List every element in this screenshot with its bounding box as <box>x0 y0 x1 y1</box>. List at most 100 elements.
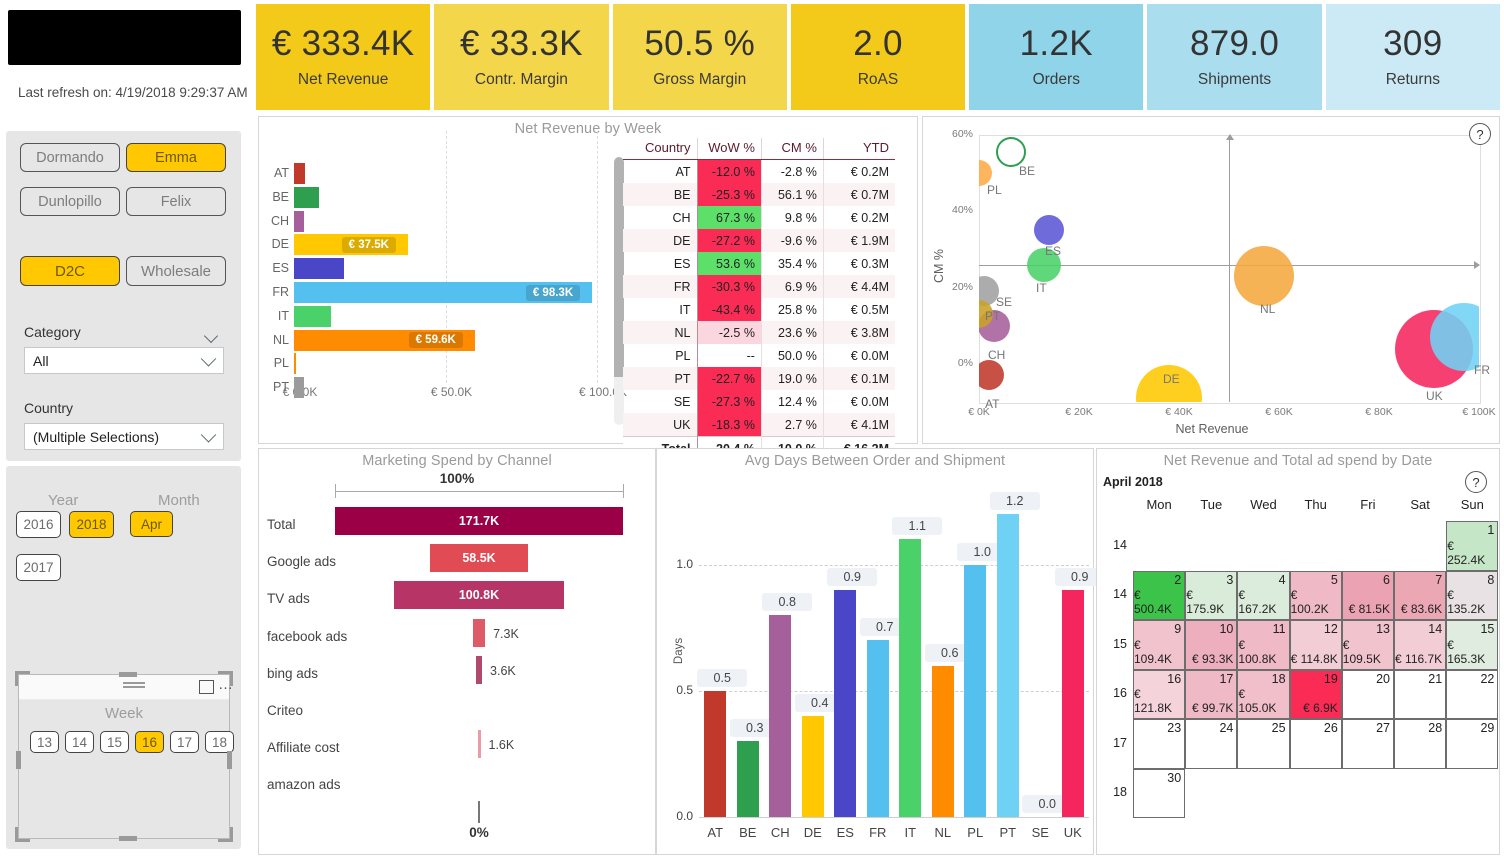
table-row[interactable]: PT -22.7 % 19.0 % € 0.1M <box>623 367 895 390</box>
week-chip-13[interactable]: 13 <box>30 731 59 753</box>
calendar-cell[interactable]: 7 € 83.6K <box>1394 570 1447 620</box>
column-NL[interactable] <box>931 665 954 817</box>
calendar-cell[interactable]: 5 € 100.2K <box>1289 570 1342 620</box>
calendar-cell[interactable]: 6 € 81.5K <box>1341 570 1394 620</box>
kpi-card-contr-margin[interactable]: € 33.3K Contr. Margin <box>434 4 609 110</box>
calendar-cell[interactable]: 19 € 6.9K <box>1289 669 1342 719</box>
kpi-card-gross-margin[interactable]: 50.5 % Gross Margin <box>612 4 787 110</box>
column-header-country[interactable]: Country <box>623 138 698 160</box>
table-row[interactable]: DE -27.2 % -9.6 % € 1.9M <box>623 229 895 252</box>
channel-button-wholesale[interactable]: Wholesale <box>126 256 226 286</box>
resize-handle[interactable] <box>16 751 21 769</box>
calendar-cell[interactable]: 22 <box>1446 669 1499 719</box>
calendar-cell[interactable]: 2 € 500.4K <box>1133 570 1186 620</box>
bar-PT[interactable] <box>294 377 304 399</box>
calendar-cell[interactable]: 30 <box>1133 768 1186 818</box>
kpi-card-roas[interactable]: 2.0 RoAS <box>790 4 966 110</box>
table-row[interactable]: PL -- 50.0 % € 0.0M <box>623 344 895 367</box>
calendar-cell[interactable]: 17 € 99.7K <box>1185 669 1238 719</box>
column-CH[interactable] <box>769 615 792 817</box>
calendar-cell[interactable]: 24 <box>1185 719 1238 769</box>
table-row[interactable]: BE -25.3 % 56.1 % € 0.7M <box>623 183 895 206</box>
calendar-cell[interactable]: 28 <box>1394 719 1447 769</box>
table-row[interactable]: CH 67.3 % 9.8 % € 0.2M <box>623 206 895 229</box>
column-BE[interactable] <box>736 741 759 817</box>
calendar-cell[interactable]: 21 <box>1394 669 1447 719</box>
column-PT[interactable] <box>996 514 1019 817</box>
calendar-cell[interactable]: 12 € 114.8K <box>1289 620 1342 670</box>
column-header-cm[interactable]: CM % <box>761 138 824 160</box>
chevron-down-icon[interactable] <box>203 328 219 344</box>
country-dropdown[interactable]: (Multiple Selections) <box>24 423 224 450</box>
bar-CH[interactable] <box>294 210 305 232</box>
brand-button-dunlopillo[interactable]: Dunlopillo <box>20 187 120 216</box>
calendar-cell[interactable]: 23 <box>1133 719 1186 769</box>
calendar-cell[interactable]: 20 <box>1341 669 1394 719</box>
table-row[interactable]: SE -27.3 % 12.4 % € 0.0M <box>623 390 895 413</box>
resize-handle[interactable] <box>119 672 137 677</box>
calendar-cell[interactable]: 3 € 175.9K <box>1185 570 1238 620</box>
help-icon[interactable]: ? <box>1469 123 1491 145</box>
calendar-cell[interactable]: 18 € 105.0K <box>1237 669 1290 719</box>
week-chip-14[interactable]: 14 <box>65 731 94 753</box>
column-UK[interactable] <box>1061 589 1084 817</box>
category-dropdown[interactable]: All <box>24 347 224 374</box>
column-ES[interactable] <box>834 589 857 817</box>
week-chip-15[interactable]: 15 <box>100 731 129 753</box>
calendar-cell[interactable]: 26 <box>1289 719 1342 769</box>
bar-PL[interactable] <box>294 353 296 375</box>
bubble-NL[interactable] <box>1234 246 1294 307</box>
table-row[interactable]: IT -43.4 % 25.8 % € 0.5M <box>623 298 895 321</box>
calendar-cell[interactable]: 1 € 252.4K <box>1446 521 1499 571</box>
calendar-cell[interactable]: 10 € 93.3K <box>1185 620 1238 670</box>
channel-button-d2c[interactable]: D2C <box>20 256 120 286</box>
brand-button-emma[interactable]: Emma <box>126 143 226 172</box>
table-row[interactable]: FR -30.3 % 6.9 % € 4.4M <box>623 275 895 298</box>
week-slicer-widget[interactable]: … Week 13 14 15 16 17 18 <box>15 671 234 842</box>
brand-button-felix[interactable]: Felix <box>126 187 226 216</box>
kpi-card-returns[interactable]: 309 Returns <box>1325 4 1500 110</box>
column-AT[interactable] <box>704 690 727 817</box>
column-FR[interactable] <box>866 640 889 817</box>
year-chip-2017[interactable]: 2017 <box>16 554 61 581</box>
calendar-cell[interactable]: 25 <box>1237 719 1290 769</box>
month-chip-apr[interactable]: Apr <box>130 511 173 537</box>
calendar-cell[interactable]: 11 € 100.8K <box>1237 620 1290 670</box>
brand-button-dormando[interactable]: Dormando <box>20 143 120 172</box>
week-chip-18[interactable]: 18 <box>205 731 234 753</box>
column-header-ytd[interactable]: YTD <box>823 138 895 160</box>
column-PL[interactable] <box>964 564 987 817</box>
bar-ES[interactable] <box>294 258 344 280</box>
kpi-card-orders[interactable]: 1.2K Orders <box>969 4 1144 110</box>
calendar-cell[interactable]: 15 € 165.3K <box>1446 620 1499 670</box>
table-row[interactable]: NL -2.5 % 23.6 % € 3.8M <box>623 321 895 344</box>
kpi-card-net-revenue[interactable]: € 333.4K Net Revenue <box>256 4 431 110</box>
table-row[interactable]: AT -12.0 % -2.8 % € 0.2M <box>623 159 895 183</box>
help-icon[interactable]: ? <box>1465 471 1487 493</box>
resize-corner[interactable] <box>218 671 233 686</box>
calendar-cell[interactable]: 8 € 135.2K <box>1446 570 1499 620</box>
calendar-cell[interactable]: 4 € 167.2K <box>1237 570 1290 620</box>
kpi-card-shipments[interactable]: 879.0 Shipments <box>1147 4 1322 110</box>
resize-corner[interactable] <box>218 827 233 842</box>
bubble-BE[interactable] <box>996 137 1026 168</box>
focus-mode-icon[interactable] <box>199 680 214 694</box>
funnel-bar-affiliate-cost[interactable] <box>477 730 481 759</box>
column-IT[interactable] <box>899 539 922 817</box>
week-chip-17[interactable]: 17 <box>170 731 199 753</box>
week-chip-16[interactable]: 16 <box>135 731 164 753</box>
funnel-bar-facebook-ads[interactable] <box>472 618 486 647</box>
funnel-bar-bing-ads[interactable] <box>475 655 482 684</box>
bubble-AT[interactable] <box>979 360 1004 391</box>
table-row[interactable]: UK -18.3 % 2.7 % € 4.1M <box>623 413 895 437</box>
calendar-cell[interactable]: 14 € 116.7K <box>1394 620 1447 670</box>
bubble-ES[interactable] <box>1034 215 1064 246</box>
column-DE[interactable] <box>801 716 824 817</box>
calendar-cell[interactable]: 16 € 121.8K <box>1133 669 1186 719</box>
resize-handle[interactable] <box>119 836 137 841</box>
year-chip-2016[interactable]: 2016 <box>16 511 61 538</box>
year-chip-2018[interactable]: 2018 <box>69 511 114 538</box>
calendar-cell[interactable]: 9 € 109.4K <box>1133 620 1186 670</box>
bar-IT[interactable] <box>294 305 332 327</box>
calendar-cell[interactable]: 13 € 109.5K <box>1341 620 1394 670</box>
